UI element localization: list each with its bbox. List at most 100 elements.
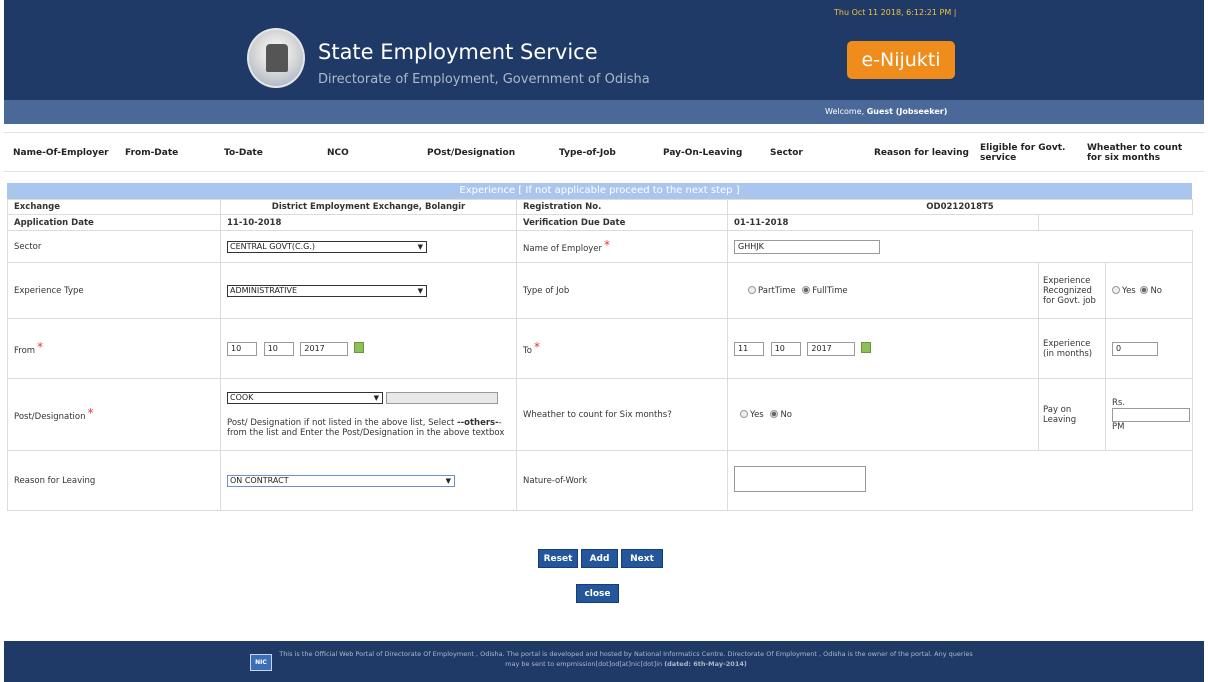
footer-body: This is the Official Web Portal of Direc… (279, 650, 973, 668)
post-select[interactable]: COOK ▼ (227, 391, 383, 404)
exchange-value: District Employment Exchange, Bolangir (220, 199, 517, 215)
fulltime-radio[interactable] (802, 285, 811, 294)
rs-label: Rs. (1112, 397, 1126, 408)
col-nco: NCO (327, 148, 349, 158)
recognized-yes-label: Yes (1122, 285, 1136, 296)
application-date-value: 11-10-2018 (220, 214, 517, 231)
six-months-label: Wheather to count for Six months? (516, 378, 728, 451)
parttime-label: PartTime (758, 285, 796, 296)
experience-form: Experience [ If not applicable proceed t… (7, 183, 1194, 511)
col-type-of-job: Type-of-Job (559, 148, 616, 158)
calendar-icon[interactable] (354, 341, 365, 353)
from-day-input[interactable]: 10 (227, 341, 257, 356)
site-footer: NIC This is the Official Web Portal of D… (4, 641, 1204, 682)
chevron-down-icon: ▼ (445, 476, 451, 485)
reason-select-value: ON CONTRACT (230, 475, 289, 485)
nic-logo-icon: NIC (250, 654, 272, 671)
recognized-no-label: No (1150, 285, 1162, 296)
reset-button[interactable]: Reset (538, 549, 578, 568)
reason-select[interactable]: ON CONTRACT ▼ (227, 474, 455, 487)
six-months-no-label: No (780, 409, 792, 420)
required-marker: * (37, 339, 44, 354)
post-other-input[interactable] (386, 391, 498, 404)
six-months-yes-label: Yes (750, 409, 764, 420)
calendar-icon[interactable] (861, 341, 872, 353)
chevron-down-icon: ▼ (417, 286, 423, 295)
verification-value: 01-11-2018 (727, 214, 1039, 231)
verification-label: Verification Due Date (516, 214, 728, 231)
form-banner: Experience [ If not applicable proceed t… (7, 183, 1192, 199)
experience-table-header: Name-Of-Employer From-Date To-Date NCO P… (4, 132, 1204, 172)
from-label: From (14, 345, 36, 356)
site-header: Thu Oct 11 2018, 6:12:21 PM | State Empl… (4, 0, 1204, 100)
empty-cell (1039, 215, 1193, 231)
application-date-label: Application Date (7, 214, 221, 231)
chevron-down-icon: ▼ (417, 242, 423, 251)
required-marker: * (604, 237, 611, 252)
parttime-radio[interactable] (748, 285, 756, 294)
col-sector: Sector (770, 148, 803, 158)
to-day-input[interactable]: 11 (734, 341, 764, 356)
registration-label: Registration No. (516, 199, 728, 215)
from-year-input[interactable]: 2017 (300, 341, 349, 356)
six-months-no-radio[interactable] (770, 409, 779, 418)
col-eligible-govt: Eligible for Govt. service (980, 143, 1066, 163)
welcome-prefix: Welcome, (825, 107, 867, 116)
to-month-input[interactable]: 10 (770, 341, 801, 356)
pay-input[interactable] (1112, 407, 1190, 422)
fulltime-label: FullTime (812, 285, 848, 296)
experience-type-select[interactable]: ADMINISTRATIVE ▼ (227, 284, 427, 297)
nature-label: Nature-of-Work (516, 450, 728, 511)
state-emblem-icon (247, 28, 305, 88)
col-count-six-months: Wheather to count for six months (1087, 143, 1183, 163)
required-marker: * (87, 405, 94, 420)
post-hint-1: Post/ Designation if not listed in the a… (227, 417, 458, 428)
six-months-yes-radio[interactable] (740, 409, 748, 418)
exp-recognized-label: Experience Recognized for Govt. job (1038, 262, 1106, 319)
footer-dated: (dated: 6th-May-2014) (664, 660, 747, 668)
add-button[interactable]: Add (581, 549, 618, 568)
experience-type-value: ADMINISTRATIVE (230, 285, 298, 295)
experience-form-table: Exchange District Employment Exchange, B… (7, 199, 1194, 511)
chevron-down-icon: ▼ (373, 393, 379, 402)
col-pay-on-leaving: Pay-On-Leaving (663, 148, 743, 158)
post-select-value: COOK (230, 392, 254, 402)
sector-select[interactable]: CENTRAL GOVT(C.G.) ▼ (227, 240, 427, 253)
employer-input[interactable]: GHHJK (734, 239, 880, 254)
close-button[interactable]: close (576, 584, 619, 603)
to-year-input[interactable]: 2017 (807, 341, 856, 356)
datetime: Thu Oct 11 2018, 6:12:21 PM | (834, 8, 957, 17)
nature-of-work-textarea[interactable] (734, 466, 866, 492)
welcome-user: Guest (Jobseeker) (866, 107, 948, 116)
employer-label: Name of Employer (523, 243, 603, 254)
next-button[interactable]: Next (621, 549, 663, 568)
col-reason-for-leaving: Reason for leaving (874, 148, 969, 158)
col-post-designation: POst/Designation (427, 148, 516, 158)
col-to-date: To-Date (224, 148, 263, 158)
sector-label: Sector (7, 230, 221, 263)
exchange-label: Exchange (7, 199, 221, 215)
post-hint-bold: --others- (457, 417, 499, 428)
pm-label: PM (1112, 421, 1125, 432)
registration-value: OD0212018T5 (726, 199, 1194, 215)
footer-text: This is the Official Web Portal of Direc… (276, 649, 976, 669)
col-from-date: From-Date (125, 148, 179, 158)
required-marker: * (533, 339, 540, 354)
from-month-input[interactable]: 10 (263, 341, 294, 356)
brand-logo[interactable]: e-Nijukti (847, 41, 955, 79)
recognized-yes-radio[interactable] (1112, 285, 1120, 294)
exp-type-label: Experience Type (7, 262, 221, 319)
exp-months-label: Experience (in months) (1038, 318, 1106, 379)
site-title: State Employment Service (318, 40, 598, 64)
recognized-no-radio[interactable] (1140, 285, 1149, 294)
post-label: Post/Designation (14, 411, 86, 422)
to-label: To (523, 345, 532, 356)
exp-months-input[interactable]: 0 (1112, 341, 1158, 356)
site-subtitle: Directorate of Employment, Government of… (318, 72, 650, 87)
job-type-label: Type of Job (516, 262, 728, 319)
sector-select-value: CENTRAL GOVT(C.G.) (230, 241, 316, 251)
welcome-bar: Welcome, Guest (Jobseeker) (4, 100, 1204, 124)
welcome-text: Welcome, Guest (Jobseeker) (825, 107, 947, 116)
reason-label: Reason for Leaving (7, 450, 221, 511)
col-name-of-employer: Name-Of-Employer (13, 148, 109, 158)
